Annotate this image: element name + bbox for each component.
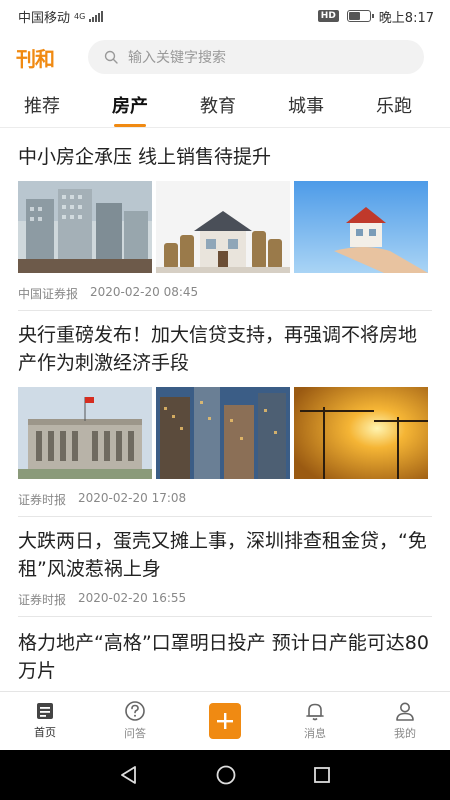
- nav-post[interactable]: [180, 692, 270, 749]
- article-time: 2020-02-20 17:08: [78, 491, 187, 505]
- article-title: 央行重磅发布！加大信贷支持，再强调不将房地产作为刺激经济手段: [18, 324, 418, 374]
- article-time: 2020-02-20 08:45: [90, 285, 199, 299]
- category-tabs: 推荐 房产 教育 城事 乐跑: [0, 84, 450, 128]
- status-bar: 中国移动 4G HD 晚上8:17: [0, 0, 450, 32]
- article-source: 证券时报: [18, 593, 67, 607]
- nav-label: 问答: [124, 727, 146, 740]
- article-title: 大跌两日，蛋壳又摊上事，深圳排查租金贷，“免租”风波惹祸上身: [18, 530, 427, 580]
- city-towers-image: [156, 387, 290, 479]
- article-title: 中小房企承压 线上销售待提升: [18, 146, 272, 168]
- nav-label: 消息: [304, 727, 326, 740]
- article-card[interactable]: 中小房企承压 线上销售待提升 中国证券报 2020-02-20 08:45: [18, 143, 432, 311]
- battery-icon: [346, 10, 374, 22]
- article-card[interactable]: 央行重磅发布！加大信贷支持，再强调不将房地产作为刺激经济手段 证券时报 2020…: [18, 321, 432, 517]
- carrier-label: 中国移动: [18, 10, 71, 26]
- tab-running[interactable]: 乐跑: [376, 92, 412, 118]
- system-navigation-bar: [0, 750, 450, 800]
- article-time: 2020-02-20 16:55: [78, 591, 187, 605]
- app-screen: 中国移动 4G HD 晚上8:17 刊和 输入关键字搜索 推荐 房产 教育 城事…: [0, 0, 450, 800]
- cranes-sunset-image: [294, 387, 428, 479]
- hd-badge: HD: [317, 10, 339, 22]
- user-icon: [396, 702, 414, 721]
- buildings-construction-image: [18, 181, 152, 273]
- nav-label: 我的: [394, 727, 416, 740]
- tab-education[interactable]: 教育: [200, 92, 236, 118]
- article-card[interactable]: 大跌两日，蛋壳又摊上事，深圳排查租金贷，“免租”风波惹祸上身 证券时报 2020…: [18, 527, 432, 617]
- search-icon: [104, 50, 118, 64]
- tab-real-estate[interactable]: 房产: [112, 92, 148, 127]
- plus-icon: [209, 702, 241, 739]
- article-source: 证券时报: [18, 493, 67, 507]
- search-placeholder: 输入关键字搜索: [128, 50, 226, 66]
- nav-profile[interactable]: 我的: [360, 692, 450, 749]
- article-title: 格力地产“高格”口罩明日投产 预计日产能可达80万片: [18, 632, 429, 682]
- article-source: 中国证券报: [18, 287, 79, 301]
- nav-home[interactable]: 首页: [0, 692, 90, 749]
- nav-messages[interactable]: 消息: [270, 692, 360, 749]
- house-in-hand-image: [294, 181, 428, 273]
- nav-label: 首页: [34, 726, 56, 739]
- search-bar[interactable]: 输入关键字搜索: [88, 40, 424, 74]
- tab-city[interactable]: 城事: [288, 92, 324, 118]
- house-on-coins-image: [156, 181, 290, 273]
- tab-recommend[interactable]: 推荐: [24, 92, 60, 118]
- network-label: 4G: [74, 11, 86, 21]
- active-tab-indicator: [114, 124, 146, 127]
- bottom-navigation: 首页 问答 消息 我的: [0, 691, 450, 749]
- nav-qa[interactable]: 问答: [90, 692, 180, 749]
- app-header: 刊和 输入关键字搜索: [0, 36, 450, 78]
- clock: 晚上8:17: [378, 10, 434, 26]
- bell-icon: [306, 703, 324, 721]
- central-bank-building-image: [18, 387, 152, 479]
- home-circle-icon[interactable]: [215, 764, 237, 786]
- signal-icon: [89, 10, 104, 22]
- app-logo: 刊和: [16, 46, 55, 71]
- question-icon: [125, 701, 145, 721]
- home-icon: [37, 703, 53, 719]
- news-feed: 中小房企承压 线上销售待提升 中国证券报 2020-02-20 08:45 央行…: [0, 129, 450, 691]
- recents-icon[interactable]: [312, 765, 332, 785]
- back-icon[interactable]: [118, 764, 140, 786]
- article-card[interactable]: 格力地产“高格”口罩明日投产 预计日产能可达80万片: [18, 629, 432, 691]
- battery-level: [348, 12, 361, 20]
